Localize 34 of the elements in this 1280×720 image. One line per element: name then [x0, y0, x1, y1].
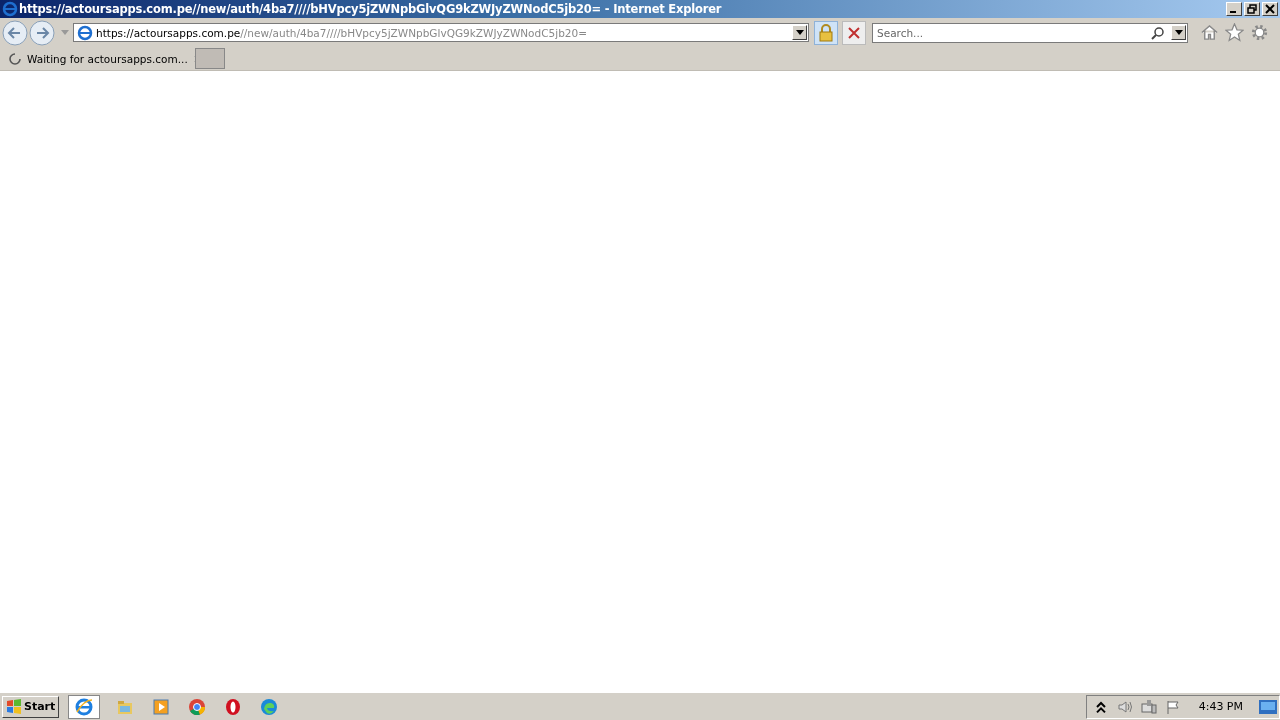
address-dropdown-button[interactable] — [792, 25, 807, 40]
start-button[interactable]: Start — [2, 695, 60, 718]
windows-logo-icon — [6, 698, 22, 715]
tab-title: Waiting for actoursapps.com... — [27, 52, 188, 65]
minimize-icon — [1230, 11, 1236, 13]
dropdown-icon[interactable] — [61, 30, 69, 35]
new-tab-button[interactable] — [195, 48, 225, 69]
star-icon[interactable] — [1225, 23, 1244, 42]
search-field[interactable]: Search... — [872, 22, 1188, 43]
forward-button[interactable] — [29, 19, 55, 46]
restore-icon — [1247, 4, 1257, 14]
search-icon[interactable] — [1151, 25, 1165, 40]
settings-icon[interactable] — [1250, 23, 1269, 42]
flag-icon[interactable] — [1164, 698, 1181, 715]
internet-explorer-icon[interactable] — [68, 694, 101, 719]
caret-icon — [795, 30, 804, 35]
clock[interactable]: 4:43 PM — [1198, 700, 1243, 713]
url-text: https://actoursapps.com.pe//new/auth/4ba7////bHVpcy5jZWNpbGlvQG9kZWJyZWNodC5jb20= — [96, 26, 588, 39]
restore-button[interactable] — [1244, 2, 1260, 16]
close-icon — [1265, 4, 1275, 14]
stop-button[interactable] — [842, 20, 866, 45]
caret-icon — [1174, 29, 1183, 35]
back-button[interactable] — [2, 19, 28, 46]
ie-page-icon — [77, 24, 93, 41]
window-title: https://actoursapps.com.pe//new/auth/4ba7////bHVpcy5jZWNpbGlvQG9kZWJyZWNodC5jb20= - Internet Explorer — [19, 2, 723, 16]
address-field[interactable]: https://actoursapps.com.pe//new/auth/4ba7////bHVpcy5jZWNpbGlvQG9kZWJyZWNodC5jb20= — [73, 23, 809, 42]
lock-icon[interactable] — [814, 20, 838, 45]
show-desktop-icon[interactable] — [1259, 699, 1277, 714]
network-icon[interactable] — [1140, 698, 1157, 715]
ie-logo-icon — [2, 1, 18, 17]
minimize-button[interactable] — [1226, 2, 1242, 16]
speaker-icon[interactable] — [1116, 698, 1133, 715]
close-button[interactable] — [1262, 2, 1278, 16]
home-icon[interactable] — [1200, 23, 1219, 42]
